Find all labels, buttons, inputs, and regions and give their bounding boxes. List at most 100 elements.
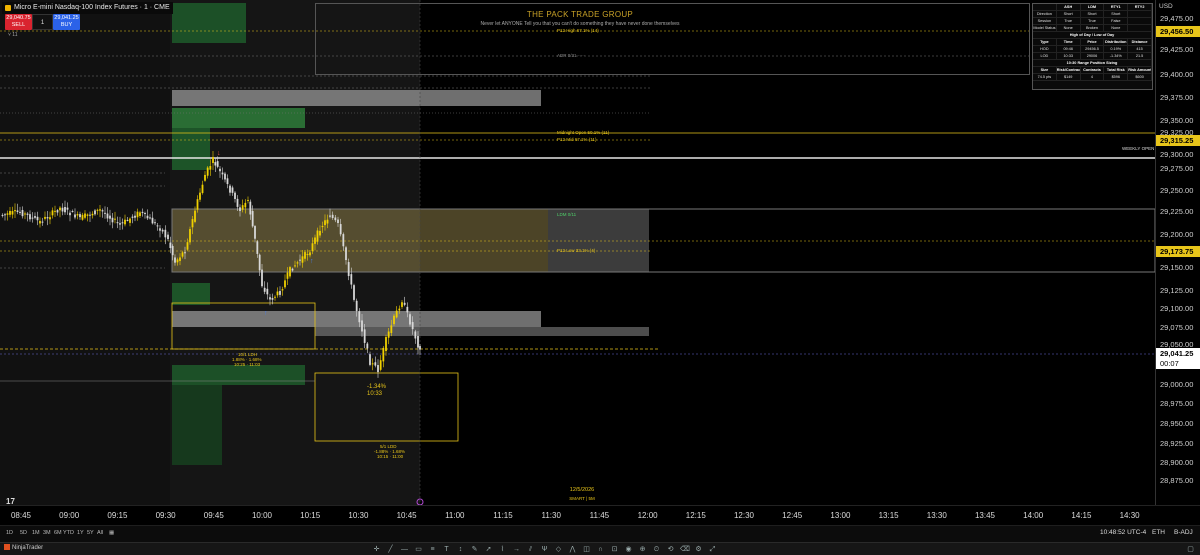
stats-cell: 0.19% bbox=[1104, 46, 1129, 52]
stats-cell: -1.34% bbox=[1104, 53, 1129, 59]
stats-row: Model Status None Broken None bbox=[1033, 25, 1152, 32]
lock-icon[interactable]: ⊡ bbox=[610, 545, 619, 554]
session-toggle[interactable]: ETH bbox=[1152, 529, 1165, 536]
timeframe-1y-button[interactable]: 1Y bbox=[77, 530, 84, 536]
fullscreen-icon[interactable]: ⤢ bbox=[708, 545, 717, 554]
time-tick: 11:00 bbox=[445, 511, 465, 520]
stats-header-row: Type Time Price Distribution Distance bbox=[1033, 39, 1152, 46]
exchange-logo-icon bbox=[5, 5, 11, 11]
stats-cell: Risk/Contract bbox=[1056, 67, 1081, 73]
timeframe-6m-button[interactable]: 6M bbox=[54, 530, 62, 536]
instrument-title[interactable]: Micro E-mini Nasdaq-100 Index Futures · … bbox=[2, 2, 173, 14]
label-p12-high: P12 High 67.1% (14) bbox=[557, 28, 599, 33]
box-note-3: 10:15 · 11:00 bbox=[377, 454, 404, 459]
price-axis[interactable]: USD 29,475.00 29,425.00 29,400.00 29,375… bbox=[1155, 0, 1200, 505]
label-p12-mid: P12 Mid 67.1% (11) bbox=[557, 137, 597, 142]
candle-body bbox=[390, 325, 393, 333]
quantity-field[interactable]: 1 bbox=[32, 14, 53, 30]
candle-body bbox=[184, 252, 186, 254]
replay-icon[interactable]: ⟲ bbox=[666, 545, 675, 554]
timeframe-1d-button[interactable]: 1D bbox=[6, 530, 13, 536]
time-tick: 10:15 bbox=[300, 511, 321, 520]
rectangle-icon[interactable]: ▭ bbox=[414, 545, 423, 554]
clock[interactable]: 10:48:52 UTC-4 bbox=[1100, 529, 1146, 536]
notification-icon[interactable]: ▢ bbox=[1186, 545, 1195, 554]
candle-body bbox=[54, 210, 56, 212]
candle-body bbox=[306, 254, 309, 256]
sell-signal-arrow-icon: ↓ bbox=[217, 150, 221, 157]
candle-body bbox=[24, 213, 26, 215]
magnet-icon[interactable]: ∩ bbox=[596, 545, 605, 554]
stats-cell: Total Risk bbox=[1104, 67, 1129, 73]
text-tool-icon[interactable]: T bbox=[442, 545, 451, 554]
candle-body bbox=[406, 306, 409, 313]
candle-body bbox=[247, 199, 249, 201]
candle-body bbox=[229, 185, 231, 193]
ray-tool-icon[interactable]: → bbox=[512, 545, 521, 554]
alert-icon[interactable]: ⏲ bbox=[652, 545, 661, 554]
buy-button[interactable]: 29,041.25 BUY bbox=[53, 14, 80, 30]
adjustment-toggle[interactable]: B-ADJ bbox=[1174, 529, 1193, 536]
price-tick: 29,250.00 bbox=[1160, 186, 1194, 195]
price-tick: 28,875.00 bbox=[1160, 476, 1194, 485]
timeframe-5d-button[interactable]: 5D bbox=[20, 530, 27, 536]
label-weekly-open: WEEKLY OPEN bbox=[1122, 146, 1155, 151]
timeframe-3m-button[interactable]: 3M bbox=[43, 530, 51, 536]
stats-cell: Distance bbox=[1128, 39, 1152, 45]
taskbar-app[interactable]: NinjaTrader bbox=[4, 544, 43, 551]
candle-body bbox=[81, 214, 84, 220]
pitchfork-icon[interactable]: Ψ bbox=[540, 545, 549, 554]
indicator-toggle[interactable]: ˅ 11 bbox=[8, 32, 18, 38]
timeframe-5y-button[interactable]: 5Y bbox=[87, 530, 94, 536]
tradingview-logo-icon[interactable]: 17 bbox=[6, 497, 15, 505]
stats-cell: Risk Amount bbox=[1128, 67, 1152, 73]
eye-icon[interactable]: ◉ bbox=[624, 545, 633, 554]
candle-body bbox=[154, 222, 156, 224]
candle-body bbox=[331, 214, 334, 218]
candle-body bbox=[214, 162, 217, 166]
brush-icon[interactable]: ✎ bbox=[470, 545, 479, 554]
fib-icon[interactable]: ≡ bbox=[428, 545, 437, 554]
candle-body bbox=[219, 168, 221, 172]
timeframe-1m-button[interactable]: 1M bbox=[32, 530, 40, 536]
candle-body bbox=[244, 202, 247, 208]
stats-cell bbox=[1033, 4, 1057, 10]
projection-icon[interactable]: ◫ bbox=[582, 545, 591, 554]
trash-icon[interactable]: ⌫ bbox=[680, 545, 690, 554]
trendline-icon[interactable]: ╱ bbox=[386, 545, 395, 554]
stats-cell: ASH bbox=[1057, 4, 1081, 10]
channel-tool-icon[interactable]: ⫽ bbox=[526, 545, 535, 554]
settings-icon[interactable]: ⚙ bbox=[694, 545, 703, 554]
time-tick: 13:00 bbox=[830, 511, 851, 520]
candle-body bbox=[181, 252, 184, 257]
crosshair-icon[interactable]: ✛ bbox=[372, 545, 381, 554]
candle-body bbox=[156, 225, 159, 227]
candle-body bbox=[301, 256, 304, 263]
timeframe-ytd-button[interactable]: YTD bbox=[63, 530, 74, 536]
path-tool-icon[interactable]: ⌇ bbox=[498, 545, 507, 554]
timeframe-all-button[interactable]: All bbox=[97, 530, 103, 536]
stats-cell bbox=[1128, 25, 1152, 31]
stats-cell: 10:33 bbox=[1057, 53, 1081, 59]
chart-plot-area[interactable]: ↓ ↑ ↑ Micro E-mini Nasdaq-100 Index Futu… bbox=[0, 0, 1155, 505]
date-range-icon[interactable]: ▦ bbox=[109, 530, 114, 536]
candle-body bbox=[296, 262, 299, 264]
pattern-icon[interactable]: ⋀ bbox=[568, 545, 577, 554]
candle-body bbox=[59, 207, 61, 211]
time-tick: 10:45 bbox=[396, 511, 417, 520]
zoom-icon[interactable]: ⊕ bbox=[638, 545, 647, 554]
candle-body bbox=[212, 157, 214, 164]
price-tick: 29,225.00 bbox=[1160, 207, 1194, 216]
time-tick: 14:15 bbox=[1071, 511, 1092, 520]
green-zone-1 bbox=[172, 3, 246, 43]
sell-button[interactable]: 29,040.75 SELL bbox=[5, 14, 32, 30]
arrow-tool-icon[interactable]: ➚ bbox=[484, 545, 493, 554]
time-axis[interactable]: 08:45 09:00 09:15 09:30 09:45 10:00 10:15 10:30… bbox=[0, 505, 1200, 525]
candle-body bbox=[149, 217, 151, 219]
gann-icon[interactable]: ◇ bbox=[554, 545, 563, 554]
candle-body bbox=[355, 300, 358, 311]
candle-body bbox=[311, 243, 314, 252]
candle-body bbox=[16, 210, 19, 213]
measure-icon[interactable]: ↕ bbox=[456, 545, 465, 554]
horizontal-line-icon[interactable]: — bbox=[400, 545, 409, 554]
